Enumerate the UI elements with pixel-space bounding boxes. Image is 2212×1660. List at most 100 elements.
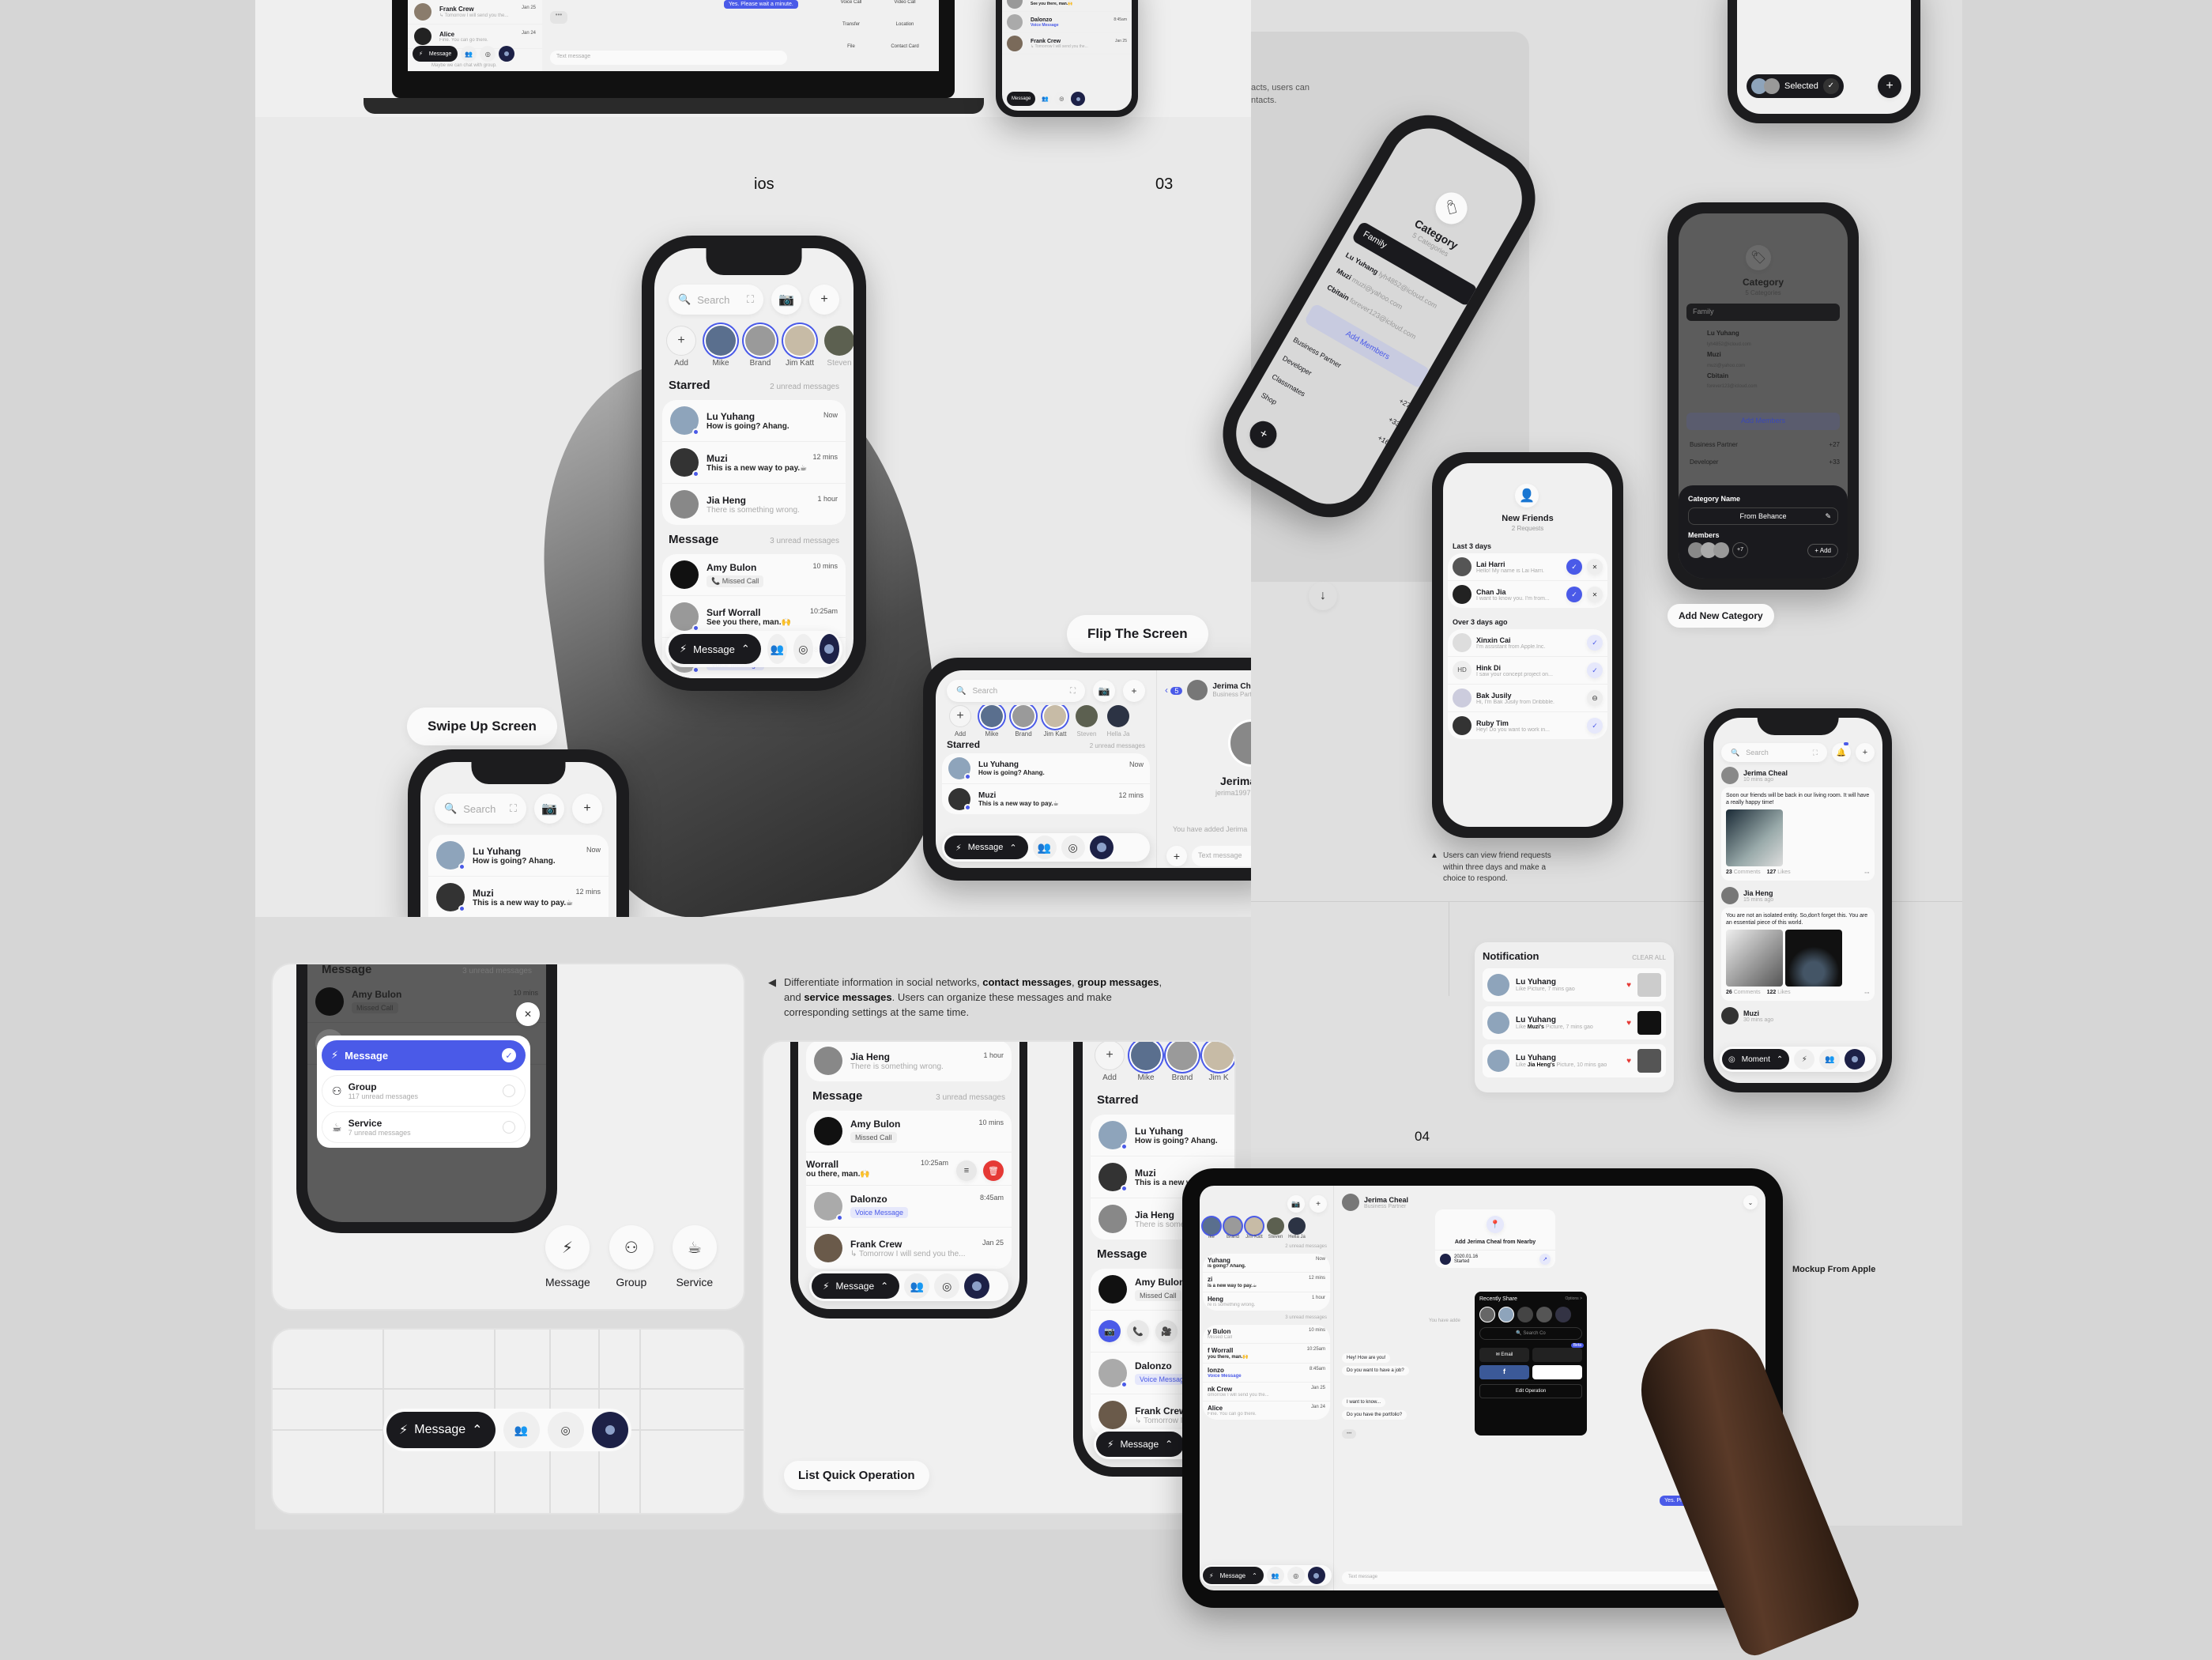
clear-all-button[interactable]: CLEAR ALL [1632,954,1666,961]
location-action[interactable]: Location [880,22,929,27]
post-card[interactable]: Soon our friends will be back in our liv… [1721,787,1875,881]
contact-card-action[interactable]: Contact Card [880,44,929,49]
more-icon[interactable]: ⋯ [1864,870,1870,876]
add-button[interactable]: + [1878,74,1901,98]
camera-action[interactable]: 📷 [1098,1320,1121,1342]
story-item[interactable]: Jim K [1203,1042,1234,1082]
story-item[interactable]: Steven [823,326,854,368]
contacts-tab[interactable]: 👥 [1266,1567,1284,1584]
voice-call-action[interactable]: Voice Call [827,0,876,5]
search-input[interactable]: 🔍 Search ⛶ [435,794,526,824]
post-card[interactable]: You are not an isolated entity. So,don't… [1721,907,1875,1002]
laptop-text-input[interactable]: Text message [550,51,787,65]
share-avatar[interactable] [1555,1307,1571,1322]
list-item[interactable]: Alice Jan 24 Fine. You can go there. [1203,1402,1330,1420]
search-input[interactable]: 🔍 Search ⛶ [1721,743,1827,762]
tab-message[interactable]: ⚡ Message ⌃ [944,836,1028,859]
list-item[interactable]: Muzi 12 mins This is a new way to pay.☕ [942,784,1150,814]
story-item[interactable]: Mike [1130,1042,1162,1082]
decline-button[interactable]: ✕ [1587,559,1603,575]
story-item[interactable]: Brand [1224,1217,1242,1239]
profile-tab-avatar[interactable] [1071,92,1086,106]
search-input[interactable]: 🔍 Search ⛶ [947,680,1085,702]
selected-contacts-pill[interactable]: Selected ✓ [1747,74,1844,98]
list-item[interactable]: Amy Bulon 10 mins Missed Call [806,1111,1012,1153]
story-add[interactable]: + Add [665,326,697,368]
tab-message[interactable]: ⚡ Message ⌃ [386,1412,496,1448]
story-item[interactable]: Jim Katt [1042,705,1068,738]
message-tab[interactable]: ⚡ [1794,1049,1815,1070]
tab-message[interactable]: ⚡ Message ⌃ [669,634,761,664]
add-button[interactable]: + [809,285,839,315]
contacts-tab[interactable]: 👥 [767,634,787,664]
add-button[interactable]: + [572,794,602,824]
delete-button[interactable]: 🗑 [983,1160,1004,1181]
friend-request-item[interactable]: Bak Jusily Hi, I'm Bak Jusily from Dribbb… [1448,685,1607,712]
chevron-down-icon[interactable]: ⌄ [1743,1195,1758,1209]
profile-tab[interactable] [819,634,839,664]
story-item[interactable]: Brand [1010,705,1037,738]
accept-button[interactable]: ✓ [1566,559,1582,575]
profile-tab[interactable] [1089,836,1114,859]
story-item[interactable]: Hella Ja [1105,705,1132,738]
list-item[interactable]: Dalonzo8:45amVoice Message [1002,12,1132,33]
story-item[interactable]: Jim Katt [784,326,816,368]
filter-option-message[interactable]: ⚡ Message ✓ [322,1040,526,1070]
camera-button[interactable]: 📷 [534,794,564,824]
share-avatar[interactable] [1479,1307,1495,1322]
member-item[interactable]: Muzi muzi@yahoo.com [1707,347,1757,368]
list-item[interactable]: Lu Yuhang Now How is going? Ahang. [428,835,609,877]
list-item[interactable]: Muzi 12 mins This is a new way to pay.☕ [428,877,609,919]
profile-tab[interactable] [1307,1567,1325,1584]
scan-icon[interactable]: ⛶ [747,293,754,306]
contacts-tab[interactable]: 👥 [1032,836,1057,859]
attach-button[interactable]: + [1166,846,1187,866]
share-button[interactable]: ↗ [1539,1254,1551,1265]
options-link[interactable]: Options > [1565,1296,1582,1302]
call-action[interactable]: 📞 [1127,1320,1149,1342]
friend-request-item[interactable]: Xinxin Cai I'm assistant from Apple.Inc. ✓ [1448,629,1607,657]
list-item[interactable]: Surf Worrall10:25amSee you there, man.🙌 [1002,0,1132,12]
notification-item[interactable]: Lu Yuhang Like Muzi's Picture, 7 mins gao… [1483,1006,1666,1039]
add-category-button[interactable]: + [1245,416,1282,454]
story-item[interactable]: Steven [1267,1217,1284,1239]
story-item[interactable]: Brand [1166,1042,1198,1082]
more-button[interactable]: ≡ [956,1160,977,1181]
share-email-button[interactable]: ✉ Email [1479,1348,1529,1362]
camera-button[interactable]: 📷 [771,285,801,315]
tab-message[interactable]: Message [1007,92,1036,106]
notification-item[interactable]: Lu Yuhang Like Jia Heng's Picture, 10 min… [1483,1044,1666,1077]
profile-tab[interactable] [964,1273,990,1299]
story-item[interactable]: Jim Katt [1245,1217,1263,1239]
tab-message[interactable]: ⚡ Message ⌃ [812,1273,900,1299]
share-facebook-button[interactable]: f [1479,1365,1529,1379]
decline-button[interactable]: ✕ [1587,587,1603,602]
tab-message[interactable]: ⚡ Message ⌃ [1203,1567,1264,1584]
list-item[interactable]: Jia Heng1 hourThere is something wrong. [662,484,846,525]
contacts-tab[interactable]: 👥 [904,1273,930,1299]
category-select[interactable]: Family [1686,304,1840,321]
list-item[interactable]: Frank Crew Jan 25 ↳ Tomorrow I will send y… [806,1228,1012,1269]
story-add[interactable]: + Add [947,705,974,738]
edit-operation-button[interactable]: Edit Operation [1479,1384,1582,1398]
list-item[interactable]: y Bulon 10 mins Missed Call [1203,1325,1330,1344]
profile-tab[interactable] [591,1412,628,1448]
list-item[interactable]: Muzi 12 mins This is a new way to pay.☕ [662,442,846,484]
category-name-input[interactable]: From Behance ✎ [1688,507,1838,525]
list-item[interactable]: lonzo 8:45am Voice Message [1203,1364,1330,1383]
friend-request-item[interactable]: HD Hink Di I saw your concept project on..… [1448,657,1607,685]
category-group[interactable]: ⚇ Group [609,1225,654,1288]
story-add[interactable]: + Add [1094,1042,1125,1082]
filter-option-service[interactable]: ☕ Service 7 unread messages [322,1111,526,1143]
contacts-tab[interactable]: 👥 [503,1412,540,1448]
share-avatar[interactable] [1498,1307,1514,1322]
radio-empty[interactable] [503,1121,515,1134]
story-item[interactable]: Mike [705,326,737,368]
list-item[interactable]: Dalonzo8:45amVoice Message [806,1186,1012,1228]
moments-tab-icon[interactable]: ◎ [480,46,496,62]
list-item[interactable]: Amy Bulon 10 mins 📞 Missed Call [662,554,846,596]
category-message[interactable]: ⚡ Message [545,1225,590,1288]
radio-empty[interactable] [503,1085,515,1097]
contacts-tab-icon[interactable]: 👥 [461,46,477,62]
add-button[interactable]: + [1309,1195,1327,1213]
